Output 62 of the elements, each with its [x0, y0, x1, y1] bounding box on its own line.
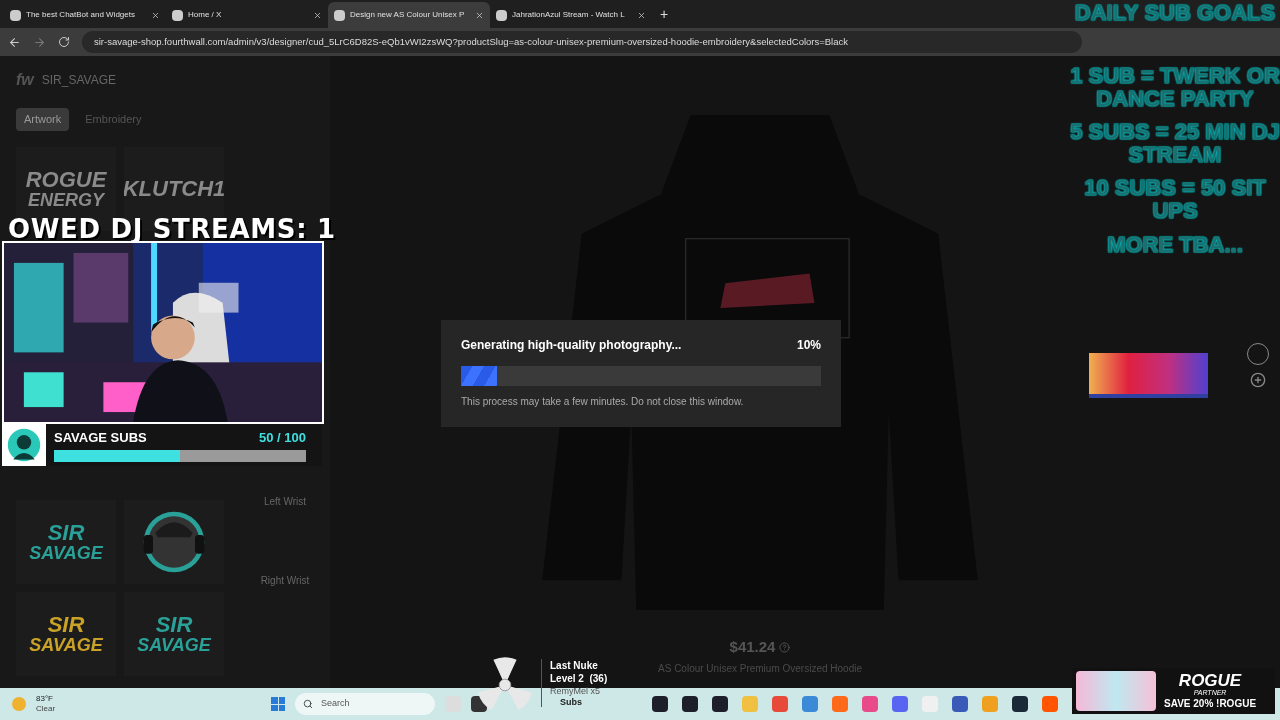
sponsor-logo: ROGUE: [1178, 671, 1242, 689]
tab-favicon-icon: [10, 9, 21, 21]
close-icon[interactable]: [637, 10, 646, 20]
artwork-logo-text: SIR: [47, 522, 85, 544]
close-icon[interactable]: [475, 10, 484, 20]
taskbar-app-icon[interactable]: [682, 696, 698, 712]
artwork-logo-text: SAVAGE: [29, 544, 103, 562]
goal-text: MORE TBA...: [1107, 232, 1243, 256]
goal-text: 5 SUBS = 25 MIN DJ STREAM: [1070, 120, 1280, 167]
zoom-in-icon[interactable]: [1250, 372, 1266, 388]
shop-name: SIR_SAVAGE: [41, 72, 117, 89]
nuke-title: Last Nuke: [550, 659, 599, 672]
avatar-icon: [6, 427, 42, 463]
taskbar-app-icon[interactable]: [1012, 696, 1028, 712]
browser-tab[interactable]: JahrationAzul Stream - Watch L: [490, 2, 652, 28]
start-icon[interactable]: [271, 697, 285, 711]
temperature: 83°F: [36, 694, 54, 704]
artwork-logo-text: SAVAGE: [29, 636, 103, 654]
taskbar-search-field[interactable]: Search: [295, 693, 435, 715]
back-icon[interactable]: [8, 35, 21, 49]
browser-tab[interactable]: The best ChatBot and Widgets: [4, 2, 166, 28]
artwork-logo-text: ROGUE: [25, 168, 107, 191]
taskbar-app-icon[interactable]: [712, 696, 728, 712]
weather-text: Clear: [36, 704, 57, 714]
goals-title: DAILY SUB GOALS: [1074, 2, 1276, 24]
product-price: $41.24: [729, 637, 776, 657]
artwork-tile[interactable]: SIR SAVAGE: [16, 500, 116, 584]
sponsor-offer: SAVE 20% !ROGUE: [1164, 696, 1257, 711]
sub-goal-count: 50 / 100: [259, 429, 306, 448]
address-field[interactable]: sir-savage-shop.fourthwall.com/admin/v3/designer/cud_5LrC6D82S-eQb1vWI2zsWQ?productSlug=as-colour-unisex-premium-oversized-hoodie-embroidery&selectedColors=Black: [82, 31, 1082, 53]
tab-favicon-icon: [334, 9, 345, 21]
artwork-tile[interactable]: [124, 500, 224, 584]
forward-icon[interactable]: [33, 35, 46, 49]
browser-tab[interactable]: Design new AS Colour Unisex P: [328, 2, 490, 28]
dialog-note: This process may take a few minutes. Do not close this window.: [461, 395, 745, 409]
tab-favicon-icon: [496, 9, 507, 21]
taskbar-app-icon[interactable]: [652, 696, 668, 712]
dialog-title: Generating high-quality photography...: [461, 337, 682, 354]
nuke-level: Level 2 (36): [550, 672, 608, 685]
nuke-subs: Subs: [559, 697, 582, 707]
nuke-user: RemyMel x5: [550, 685, 600, 697]
artwork-logo-text: ENERGY: [28, 190, 104, 209]
artwork-logo-text: SAVAGE: [137, 636, 211, 654]
artwork-tile[interactable]: SIR SAVAGE: [124, 592, 224, 676]
brand-logo: fw: [16, 70, 34, 90]
goal-text: 10 SUBS = 50 SIT UPS: [1083, 176, 1267, 223]
search-icon: [303, 699, 313, 709]
reload-icon[interactable]: [58, 36, 70, 48]
browser-tab[interactable]: Home / X: [166, 2, 328, 28]
weather-icon: [12, 697, 26, 711]
sub-goal-label: SAVAGE SUBS: [54, 429, 147, 448]
goal-text: 1 SUB = TWERK OR DANCE PARTY: [1070, 64, 1280, 111]
new-tab-button[interactable]: +: [652, 3, 677, 25]
panel-tab[interactable]: Artwork: [16, 108, 70, 131]
artwork-logo-text: SIR: [155, 614, 193, 636]
artwork-logo-text: KLUTCH1: [124, 177, 224, 200]
close-icon[interactable]: [151, 10, 160, 20]
close-icon[interactable]: [313, 10, 322, 20]
artwork-tile[interactable]: SIR SAVAGE: [16, 592, 116, 676]
artwork-logo-text: SIR: [47, 614, 85, 636]
tab-favicon-icon: [172, 9, 183, 21]
progress-percent: 10%: [796, 337, 821, 354]
